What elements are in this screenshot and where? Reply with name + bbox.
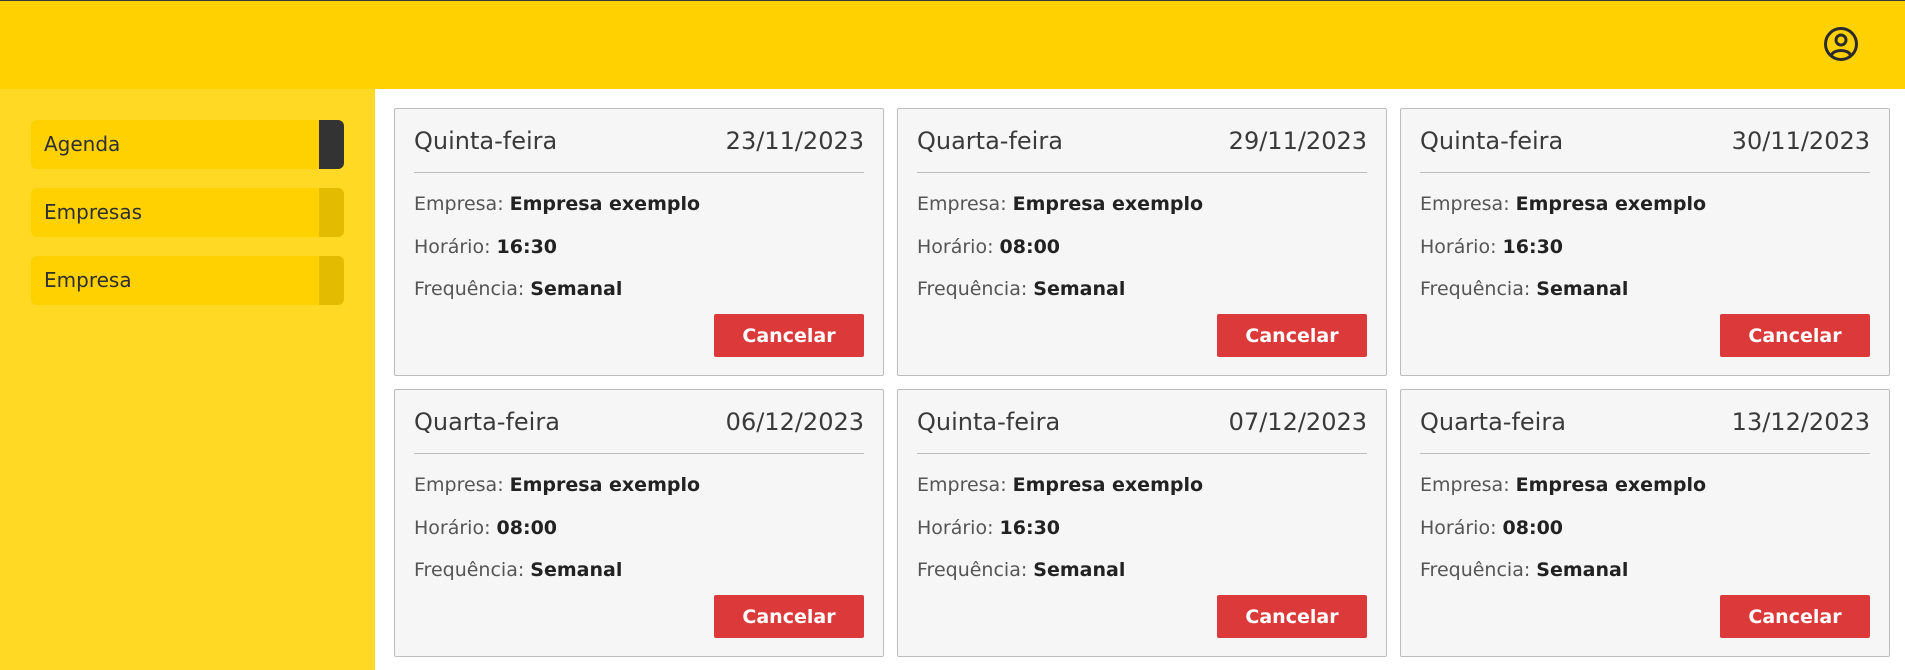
appointment-card: Quinta-feira 23/11/2023 Empresa: Empresa…: [394, 108, 884, 376]
frequency-row: Frequência: Semanal: [917, 278, 1125, 300]
weekday: Quarta-feira: [1420, 408, 1566, 436]
company-row: Empresa: Empresa exemplo: [414, 193, 700, 215]
cancel-button[interactable]: Cancelar: [714, 595, 864, 638]
company-label: Empresa:: [917, 474, 1007, 496]
frequency-label: Frequência:: [917, 559, 1028, 581]
sidebar-item-label: Agenda: [44, 132, 121, 156]
weekday: Quinta-feira: [1420, 127, 1564, 155]
appointment-card: Quarta-feira 06/12/2023 Empresa: Empresa…: [394, 389, 884, 657]
company-value: Empresa exemplo: [1012, 193, 1204, 215]
time-value: 08:00: [999, 236, 1061, 258]
time-label: Horário:: [1420, 236, 1497, 258]
frequency-row: Frequência: Semanal: [1420, 559, 1628, 581]
frequency-row: Frequência: Semanal: [414, 278, 622, 300]
appointment-date: 07/12/2023: [1228, 408, 1367, 436]
company-value: Empresa exemplo: [1012, 474, 1204, 496]
frequency-row: Frequência: Semanal: [414, 559, 622, 581]
time-label: Horário:: [1420, 517, 1497, 539]
user-account-button[interactable]: [1823, 26, 1859, 62]
time-label: Horário:: [917, 517, 994, 539]
appointment-date: 13/12/2023: [1731, 408, 1870, 436]
sidebar-item-agenda[interactable]: Agenda: [31, 120, 344, 169]
frequency-label: Frequência:: [917, 278, 1028, 300]
cancel-button[interactable]: Cancelar: [714, 314, 864, 357]
appointment-card: Quarta-feira 13/12/2023 Empresa: Empresa…: [1400, 389, 1890, 657]
user-circle-icon: [1824, 27, 1858, 61]
company-value: Empresa exemplo: [1515, 193, 1707, 215]
divider: [1420, 172, 1870, 173]
time-label: Horário:: [414, 236, 491, 258]
divider: [917, 172, 1367, 173]
time-value: 08:00: [1502, 517, 1564, 539]
company-label: Empresa:: [1420, 193, 1510, 215]
company-value: Empresa exemplo: [509, 193, 701, 215]
appointment-card: Quinta-feira 07/12/2023 Empresa: Empresa…: [897, 389, 1387, 657]
appointment-date: 06/12/2023: [725, 408, 864, 436]
cancel-button[interactable]: Cancelar: [1217, 314, 1367, 357]
sidebar-item-label: Empresas: [44, 200, 142, 224]
time-row: Horário: 08:00: [1420, 517, 1563, 539]
active-indicator: [319, 120, 344, 169]
cancel-button[interactable]: Cancelar: [1720, 314, 1870, 357]
time-value: 16:30: [496, 236, 558, 258]
frequency-value: Semanal: [1536, 278, 1629, 300]
company-label: Empresa:: [414, 474, 504, 496]
company-label: Empresa:: [1420, 474, 1510, 496]
frequency-label: Frequência:: [1420, 559, 1531, 581]
time-value: 16:30: [1502, 236, 1564, 258]
company-value: Empresa exemplo: [1515, 474, 1707, 496]
item-indicator: [319, 188, 344, 237]
item-indicator: [319, 256, 344, 305]
appointment-date: 29/11/2023: [1228, 127, 1367, 155]
weekday: Quarta-feira: [917, 127, 1063, 155]
frequency-label: Frequência:: [414, 559, 525, 581]
divider: [414, 172, 864, 173]
time-value: 08:00: [496, 517, 558, 539]
frequency-value: Semanal: [530, 278, 623, 300]
frequency-value: Semanal: [1033, 278, 1126, 300]
frequency-row: Frequência: Semanal: [1420, 278, 1628, 300]
frequency-value: Semanal: [1033, 559, 1126, 581]
cancel-button[interactable]: Cancelar: [1217, 595, 1367, 638]
time-label: Horário:: [414, 517, 491, 539]
time-value: 16:30: [999, 517, 1061, 539]
frequency-label: Frequência:: [1420, 278, 1531, 300]
sidebar-item-label: Empresa: [44, 268, 132, 292]
sidebar-item-empresa[interactable]: Empresa: [31, 256, 344, 305]
time-row: Horário: 16:30: [414, 236, 557, 258]
divider: [917, 453, 1367, 454]
frequency-label: Frequência:: [414, 278, 525, 300]
company-label: Empresa:: [414, 193, 504, 215]
cancel-button[interactable]: Cancelar: [1720, 595, 1870, 638]
divider: [414, 453, 864, 454]
frequency-value: Semanal: [1536, 559, 1629, 581]
company-row: Empresa: Empresa exemplo: [1420, 193, 1706, 215]
appointment-date: 23/11/2023: [725, 127, 864, 155]
time-row: Horário: 08:00: [917, 236, 1060, 258]
time-row: Horário: 16:30: [1420, 236, 1563, 258]
company-value: Empresa exemplo: [509, 474, 701, 496]
company-row: Empresa: Empresa exemplo: [1420, 474, 1706, 496]
frequency-value: Semanal: [530, 559, 623, 581]
appointment-date: 30/11/2023: [1731, 127, 1870, 155]
frequency-row: Frequência: Semanal: [917, 559, 1125, 581]
weekday: Quinta-feira: [917, 408, 1061, 436]
appointments-grid: Quinta-feira 23/11/2023 Empresa: Empresa…: [375, 89, 1905, 670]
company-label: Empresa:: [917, 193, 1007, 215]
company-row: Empresa: Empresa exemplo: [917, 474, 1203, 496]
time-row: Horário: 08:00: [414, 517, 557, 539]
appointment-card: Quarta-feira 29/11/2023 Empresa: Empresa…: [897, 108, 1387, 376]
sidebar: Agenda Empresas Empresa: [0, 89, 375, 670]
top-bar: [0, 0, 1905, 89]
company-row: Empresa: Empresa exemplo: [917, 193, 1203, 215]
time-row: Horário: 16:30: [917, 517, 1060, 539]
appointment-card: Quinta-feira 30/11/2023 Empresa: Empresa…: [1400, 108, 1890, 376]
divider: [1420, 453, 1870, 454]
company-row: Empresa: Empresa exemplo: [414, 474, 700, 496]
sidebar-item-empresas[interactable]: Empresas: [31, 188, 344, 237]
time-label: Horário:: [917, 236, 994, 258]
weekday: Quarta-feira: [414, 408, 560, 436]
weekday: Quinta-feira: [414, 127, 558, 155]
